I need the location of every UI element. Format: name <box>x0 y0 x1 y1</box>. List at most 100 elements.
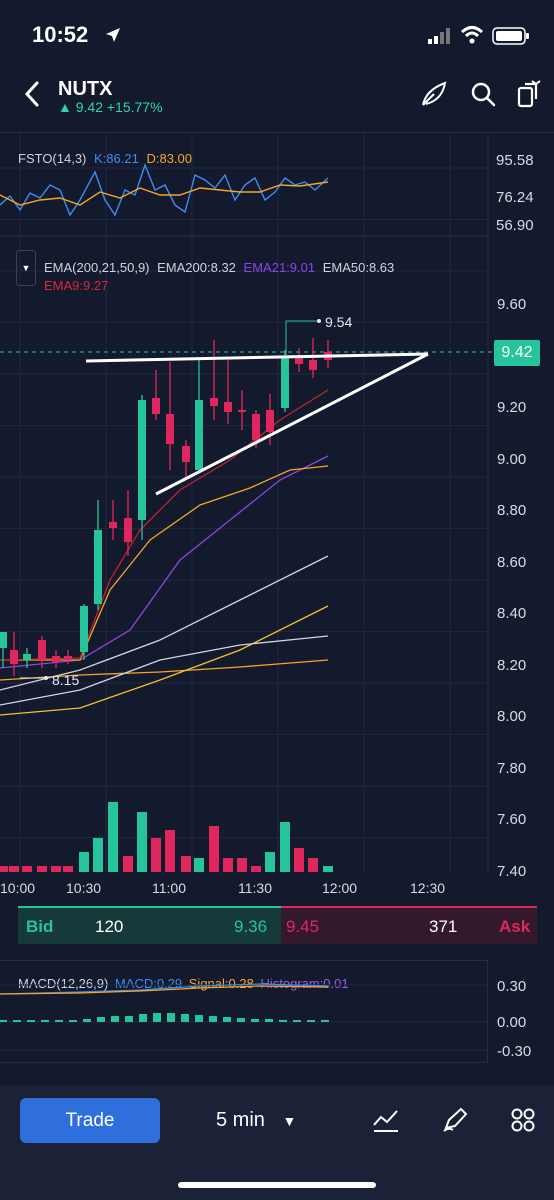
volume-bar <box>79 852 89 872</box>
volume-bar <box>0 866 8 872</box>
fsto-k-line <box>0 162 329 217</box>
fsto-axis-1: 76.24 <box>496 189 534 206</box>
histogram-bar <box>181 1014 189 1022</box>
low-label: 8.15 <box>52 672 80 688</box>
time-axis-label: 11:00 <box>152 880 186 896</box>
draw-icon[interactable] <box>420 80 450 108</box>
high-label: 9.54 <box>325 314 353 330</box>
candle-body <box>238 410 246 412</box>
low-dot <box>44 676 48 680</box>
ema21-line <box>0 455 329 669</box>
time-axis-label: 12:30 <box>410 880 446 896</box>
ema21-value: EMA21:9.01 <box>243 260 316 275</box>
candle-body <box>52 656 60 662</box>
macd-chart[interactable] <box>0 960 488 1063</box>
price-axis-label: 8.20 <box>497 656 527 674</box>
signal-line <box>0 985 329 995</box>
search-icon[interactable] <box>470 81 496 107</box>
candle-body <box>281 356 289 408</box>
wifi-icon <box>460 26 484 44</box>
volume-bar <box>323 866 333 872</box>
candle-body <box>309 360 317 370</box>
price-axis-label: 8.80 <box>497 502 527 519</box>
trade-button[interactable]: Trade <box>20 1098 160 1143</box>
chevron-down-icon: ▼ <box>21 263 31 273</box>
grid-icon[interactable] <box>510 1107 536 1133</box>
histogram-bar <box>13 1020 21 1022</box>
candle-body <box>124 518 132 542</box>
price-axis-label: 9.20 <box>497 399 527 416</box>
histogram-bar <box>41 1020 49 1022</box>
ask-label: Ask <box>499 917 531 936</box>
price-axis-label: 8.40 <box>497 605 527 622</box>
ema50-line <box>0 635 329 706</box>
price-chart[interactable] <box>0 132 554 902</box>
volume-bar <box>9 866 19 872</box>
indicator-icon[interactable] <box>372 1107 400 1133</box>
price-axis-label: 9.60 <box>497 296 527 313</box>
time-axis-label: 11:30 <box>238 880 272 896</box>
legend-collapse-button[interactable]: ▼ <box>16 250 36 286</box>
current-price-tag: 9.42 <box>494 340 540 366</box>
location-arrow-icon <box>106 28 120 42</box>
interval-selector[interactable]: 5 min ▼ <box>216 1109 296 1132</box>
ema-gray-line <box>0 555 329 691</box>
candle-body <box>210 398 218 406</box>
volume-bar <box>280 822 290 872</box>
pen-icon[interactable] <box>441 1106 469 1134</box>
volume-bar <box>194 858 204 872</box>
macd-axis-1: 0.00 <box>497 1014 527 1031</box>
histogram-bar <box>265 1019 273 1022</box>
ask-price: 9.45 <box>286 917 320 936</box>
candle-body <box>182 446 190 462</box>
volume-bar <box>93 838 103 872</box>
fsto-k: K:86.21 <box>94 151 139 166</box>
histogram-bar <box>321 1020 329 1022</box>
price-axis-label: 8.00 <box>497 708 527 725</box>
histogram-bar <box>111 1016 119 1022</box>
histogram-bar <box>279 1020 287 1022</box>
time-axis-label: 12:00 <box>322 880 358 896</box>
candle-body <box>152 398 160 414</box>
volume-bar <box>251 866 261 872</box>
interval-label: 5 min <box>216 1109 265 1131</box>
volume-bar <box>209 826 219 872</box>
volume-bar <box>237 858 247 872</box>
histogram-bar <box>195 1015 203 1022</box>
histogram-bar <box>237 1018 245 1022</box>
fsto-axis-2: 56.90 <box>496 217 534 234</box>
volume-bar <box>51 866 61 872</box>
histogram-bar <box>139 1014 147 1022</box>
bid-ask-bar[interactable]: Bid 120 9.36 9.45 371 Ask <box>18 906 537 944</box>
volume-bar <box>265 852 275 872</box>
candle-body <box>109 522 117 528</box>
high-dot <box>317 319 321 323</box>
fsto-legend: FSTO(14,3) K:86.21 D:83.00 <box>18 151 192 166</box>
price-axis-label: 7.40 <box>497 862 527 880</box>
candle-body <box>80 606 88 652</box>
status-time: 10:52 <box>32 22 89 47</box>
price-axis-label: 9.00 <box>497 450 527 468</box>
price-axis-label: 8.60 <box>497 553 527 571</box>
candle-body <box>138 400 146 520</box>
volume-bar <box>137 812 147 872</box>
resistance-trendline <box>85 352 429 363</box>
ask-panel[interactable]: 9.45 371 Ask <box>281 906 537 944</box>
time-axis-label: 10:30 <box>66 880 102 896</box>
ema50-value: EMA50:8.63 <box>322 260 395 275</box>
histogram-bar <box>97 1017 105 1022</box>
candle-body <box>266 410 274 432</box>
fsto-axis-0: 95.58 <box>496 152 534 169</box>
histogram-bar <box>209 1016 217 1022</box>
bid-panel[interactable]: Bid 120 9.36 <box>18 906 281 944</box>
candle-body <box>166 414 174 444</box>
back-icon[interactable] <box>22 80 42 108</box>
histogram-bar <box>27 1020 35 1022</box>
ema-name: EMA(200,21,50,9) <box>44 260 150 275</box>
histogram-bar <box>153 1013 161 1022</box>
bid-price: 9.36 <box>234 917 268 936</box>
histogram-bar <box>293 1020 301 1022</box>
volume-bar <box>22 866 32 872</box>
volume-bar <box>37 866 47 872</box>
share-icon[interactable] <box>516 79 542 109</box>
